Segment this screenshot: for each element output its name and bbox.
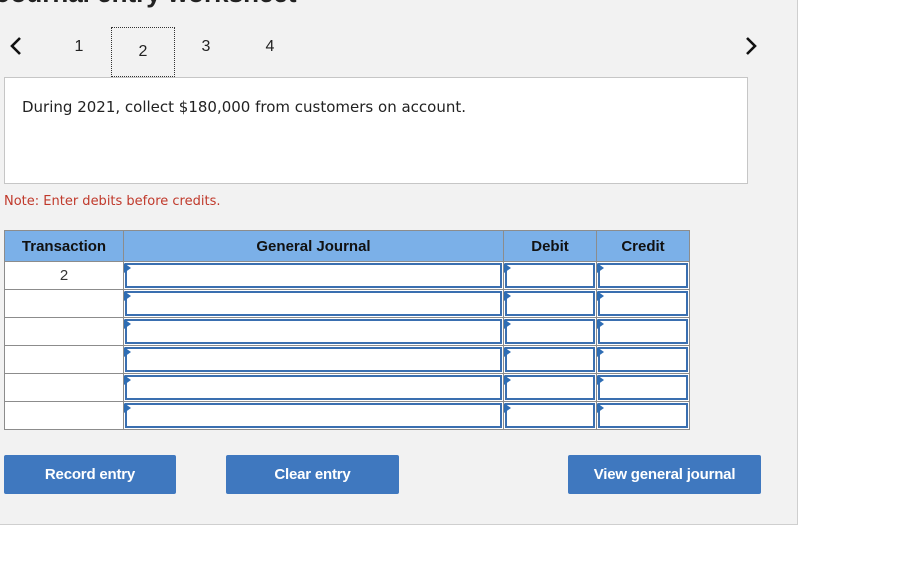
prev-page-button[interactable]	[6, 34, 26, 58]
debit-input[interactable]	[505, 347, 595, 372]
dropdown-marker-icon	[597, 291, 604, 301]
credit-input[interactable]	[598, 347, 688, 372]
account-cell	[123, 345, 504, 374]
dropdown-marker-icon	[124, 403, 131, 413]
transaction-number-cell	[4, 289, 124, 318]
page-2-link[interactable]: 2	[111, 27, 175, 77]
debit-cell	[503, 373, 597, 402]
entry-note: Note: Enter debits before credits.	[4, 194, 221, 209]
dropdown-marker-icon	[124, 347, 131, 357]
dropdown-marker-icon	[597, 347, 604, 357]
transaction-number-cell: 2	[4, 261, 124, 290]
credit-input[interactable]	[598, 375, 688, 400]
next-page-button[interactable]	[741, 34, 761, 58]
debit-cell	[503, 317, 597, 346]
dropdown-marker-icon	[124, 375, 131, 385]
transaction-number-cell	[4, 373, 124, 402]
table-row: 2	[4, 261, 690, 290]
debit-cell	[503, 261, 597, 290]
dropdown-marker-icon	[504, 263, 511, 273]
column-header-credit: Credit	[596, 230, 690, 262]
account-input[interactable]	[125, 375, 502, 400]
debit-input[interactable]	[505, 263, 595, 288]
credit-cell	[596, 261, 690, 290]
debit-cell	[503, 345, 597, 374]
view-general-journal-button[interactable]: View general journal	[568, 455, 761, 494]
debit-cell	[503, 401, 597, 430]
dropdown-marker-icon	[504, 291, 511, 301]
debit-input[interactable]	[505, 403, 595, 428]
table-row	[4, 345, 690, 374]
transaction-description: During 2021, collect $180,000 from custo…	[22, 98, 466, 116]
dropdown-marker-icon	[504, 403, 511, 413]
column-header-transaction: Transaction	[4, 230, 124, 262]
credit-input[interactable]	[598, 403, 688, 428]
dropdown-marker-icon	[124, 263, 131, 273]
worksheet-panel: Journal entry worksheet 1 2 3 4 During 2…	[0, 0, 798, 525]
debit-input[interactable]	[505, 291, 595, 316]
record-entry-button[interactable]: Record entry	[4, 455, 176, 494]
credit-cell	[596, 373, 690, 402]
dropdown-marker-icon	[597, 319, 604, 329]
credit-cell	[596, 289, 690, 318]
page-1-link[interactable]: 1	[69, 38, 89, 56]
dropdown-marker-icon	[504, 375, 511, 385]
dropdown-marker-icon	[597, 263, 604, 273]
credit-input[interactable]	[598, 291, 688, 316]
dropdown-marker-icon	[597, 403, 604, 413]
table-row	[4, 373, 690, 402]
account-cell	[123, 261, 504, 290]
transaction-number-cell	[4, 345, 124, 374]
journal-table: Transaction General Journal Debit Credit…	[4, 230, 690, 430]
clear-entry-button[interactable]: Clear entry	[226, 455, 399, 494]
transaction-number-cell	[4, 401, 124, 430]
credit-input[interactable]	[598, 319, 688, 344]
table-row	[4, 317, 690, 346]
column-header-general-journal: General Journal	[123, 230, 504, 262]
debit-cell	[503, 289, 597, 318]
table-row	[4, 289, 690, 318]
dropdown-marker-icon	[597, 375, 604, 385]
account-cell	[123, 401, 504, 430]
debit-input[interactable]	[505, 319, 595, 344]
dropdown-marker-icon	[124, 319, 131, 329]
debit-input[interactable]	[505, 375, 595, 400]
account-input[interactable]	[125, 347, 502, 372]
dropdown-marker-icon	[504, 319, 511, 329]
account-input[interactable]	[125, 403, 502, 428]
worksheet-title: Journal entry worksheet	[0, 0, 297, 9]
account-input[interactable]	[125, 263, 502, 288]
account-input[interactable]	[125, 291, 502, 316]
chevron-right-icon	[746, 37, 757, 55]
account-cell	[123, 289, 504, 318]
credit-cell	[596, 345, 690, 374]
transaction-description-box: During 2021, collect $180,000 from custo…	[4, 77, 748, 184]
credit-cell	[596, 317, 690, 346]
column-header-debit: Debit	[503, 230, 597, 262]
chevron-left-icon	[10, 37, 21, 55]
page-3-link[interactable]: 3	[196, 38, 216, 56]
page-4-link[interactable]: 4	[260, 38, 280, 56]
credit-cell	[596, 401, 690, 430]
account-input[interactable]	[125, 319, 502, 344]
account-cell	[123, 317, 504, 346]
account-cell	[123, 373, 504, 402]
journal-header-row: Transaction General Journal Debit Credit	[4, 230, 690, 262]
dropdown-marker-icon	[124, 291, 131, 301]
credit-input[interactable]	[598, 263, 688, 288]
dropdown-marker-icon	[504, 347, 511, 357]
table-row	[4, 401, 690, 430]
transaction-number-cell	[4, 317, 124, 346]
